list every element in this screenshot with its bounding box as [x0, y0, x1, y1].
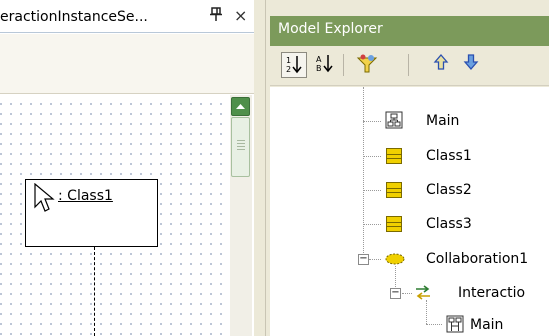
model-explorer-title: Model Explorer	[278, 21, 383, 37]
tree-connector	[363, 121, 381, 122]
scroll-up-button[interactable]	[231, 97, 250, 116]
sequence-diagram-icon	[446, 315, 464, 336]
interaction-icon	[414, 284, 432, 305]
tree-connector	[363, 156, 381, 157]
tree-connector	[369, 259, 381, 260]
tree-connector	[402, 293, 412, 294]
tree-item-label[interactable]: Interactio	[458, 285, 525, 301]
tree-item-label[interactable]: Main	[470, 317, 503, 333]
tree-connector	[426, 324, 442, 325]
toolbar-separator	[408, 54, 409, 76]
collapse-toggle[interactable]: −	[358, 254, 369, 265]
editor-toolbar-area	[0, 34, 262, 94]
toolbar-separator	[343, 54, 344, 76]
tree-item-label[interactable]: Collaboration1	[426, 251, 528, 267]
scrollbar-grip	[237, 140, 245, 150]
class-icon	[386, 148, 402, 164]
mouse-cursor-icon	[34, 182, 56, 216]
tree-item-label[interactable]: Main	[426, 113, 459, 129]
collapse-toggle[interactable]: −	[390, 288, 401, 299]
tree-connector	[363, 190, 381, 191]
class-icon	[386, 216, 402, 232]
filter-icon[interactable]	[354, 52, 380, 78]
tree-item-label[interactable]: Class2	[426, 182, 472, 198]
svg-text:1: 1	[286, 56, 291, 65]
sort-alpha-button[interactable]: AB	[312, 52, 338, 78]
move-up-icon[interactable]	[428, 52, 454, 78]
move-down-icon[interactable]	[458, 52, 484, 78]
tree-connector	[363, 87, 364, 257]
diagram-icon	[385, 111, 403, 132]
lifeline-dashed-line	[94, 247, 95, 336]
tree-connector	[363, 224, 381, 225]
svg-text:2: 2	[286, 65, 291, 74]
tree-item-label[interactable]: Class1	[426, 148, 472, 164]
editor-tab-title[interactable]: eractionInstanceSe...	[0, 9, 148, 25]
class-icon	[386, 182, 402, 198]
svg-text:A: A	[316, 55, 322, 64]
svg-text:B: B	[316, 64, 322, 73]
close-icon[interactable]: ×	[234, 6, 247, 25]
tree-item-label[interactable]: Class3	[426, 216, 472, 232]
lifeline-label[interactable]: : Class1	[58, 188, 113, 204]
pin-icon[interactable]	[210, 7, 222, 25]
collaboration-icon	[385, 251, 405, 270]
pane-splitter[interactable]	[254, 0, 266, 336]
sort-numeric-button[interactable]: 12	[281, 52, 307, 78]
